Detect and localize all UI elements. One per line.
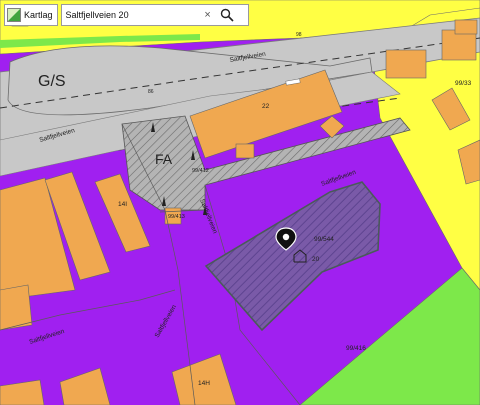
address-number: 14I <box>118 201 127 208</box>
layers-icon <box>7 8 21 22</box>
map-toolbar: Kartlag × <box>4 4 249 26</box>
search-input[interactable] <box>61 6 200 24</box>
parcel-label: 99/412 <box>192 168 209 174</box>
search-button[interactable] <box>216 6 238 24</box>
parcel-label: 99/413 <box>168 214 185 220</box>
search-icon <box>220 8 234 22</box>
address-number: 98 <box>296 32 302 38</box>
address-number: 22 <box>262 103 270 110</box>
building <box>235 143 255 159</box>
map-canvas[interactable]: G/S FA Saltfjellveien Saltfjellveien Sal… <box>0 0 480 405</box>
building <box>454 19 478 35</box>
parcel-label: 99/33 <box>455 80 472 87</box>
search-box: × <box>60 4 249 26</box>
zone-label-gs: G/S <box>38 73 66 90</box>
close-icon[interactable]: × <box>200 9 216 21</box>
building <box>441 29 477 61</box>
address-number: 86 <box>148 89 154 95</box>
parcel-label: 99/416 <box>346 345 366 352</box>
address-number: 20 <box>312 256 320 263</box>
address-number: 14H <box>198 380 210 387</box>
layers-button-label: Kartlag <box>24 10 53 20</box>
layers-button[interactable]: Kartlag <box>4 4 58 26</box>
parcel-label: 99/544 <box>314 236 334 243</box>
zone-label-fa: FA <box>155 151 173 167</box>
building <box>385 49 427 79</box>
